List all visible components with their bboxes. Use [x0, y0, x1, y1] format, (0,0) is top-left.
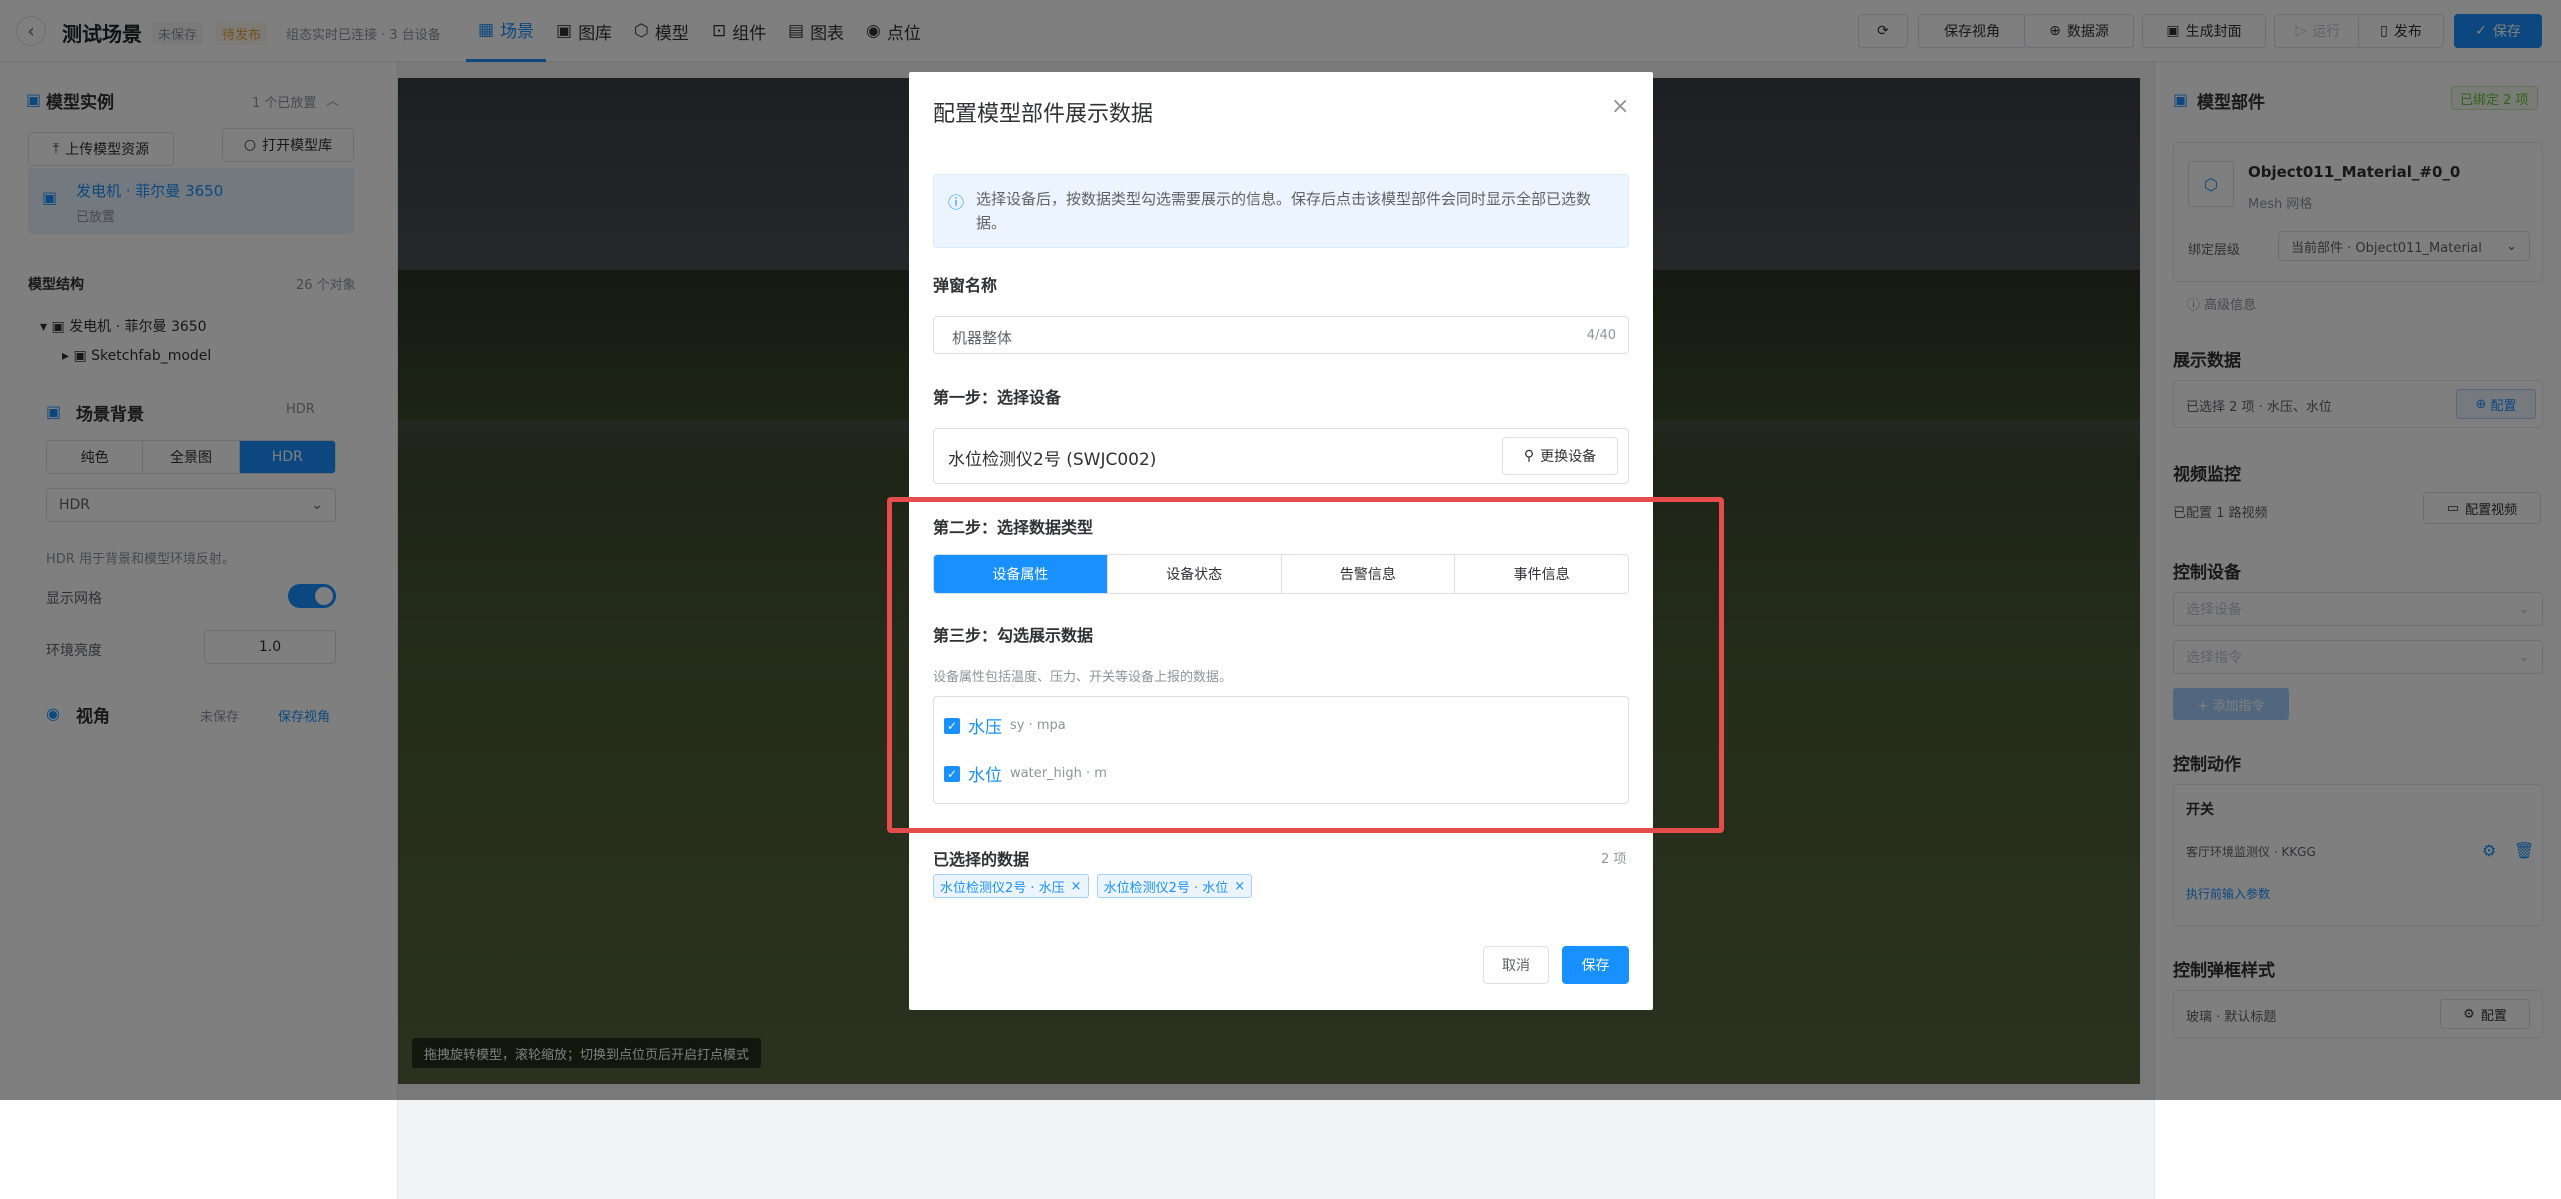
highlight-box [887, 497, 1724, 833]
close-icon[interactable]: × [1071, 879, 1082, 894]
close-icon[interactable]: × [1611, 94, 1629, 119]
selected-data-count: 2 项 [1601, 852, 1627, 867]
dialog-title: 配置模型部件展示数据 [933, 102, 1154, 127]
popup-name-label: 弹窗名称 [933, 276, 998, 295]
selected-chips: 水位检测仪2号 · 水压 × 水位检测仪2号 · 水位 × [933, 874, 1253, 898]
device-field: 水位检测仪2号 (SWJC002) ⚲ 更换设备 [933, 428, 1629, 484]
close-icon[interactable]: × [1234, 879, 1245, 894]
info-alert: ⓘ 选择设备后，按数据类型勾选需要展示的信息。保存后点击该模型部件会同时显示全部… [933, 174, 1629, 248]
dialog-save-button[interactable]: 保存 [1562, 946, 1629, 984]
popup-name-value: 机器整体 [952, 329, 1013, 347]
info-icon: ⓘ [948, 193, 965, 212]
selected-chip: 水位检测仪2号 · 水位 × [1096, 874, 1253, 898]
selected-chip: 水位检测仪2号 · 水压 × [933, 874, 1089, 898]
change-device-button[interactable]: ⚲ 更换设备 [1502, 437, 1618, 475]
selected-data-title: 已选择的数据 [933, 850, 1030, 869]
selected-device: 水位检测仪2号 (SWJC002) [948, 450, 1157, 470]
step1-title: 第一步：选择设备 [933, 388, 1062, 407]
popup-name-counter: 4/40 [1586, 328, 1616, 343]
chip-label: 水位检测仪2号 · 水位 [1103, 880, 1229, 896]
popup-name-input[interactable]: 机器整体 4/40 [933, 316, 1629, 354]
search-icon: ⚲ [1523, 448, 1535, 464]
chip-label: 水位检测仪2号 · 水压 [940, 880, 1065, 896]
info-text: 选择设备后，按数据类型勾选需要展示的信息。保存后点击该模型部件会同时显示全部已选… [976, 190, 1592, 232]
cancel-button[interactable]: 取消 [1483, 946, 1549, 984]
